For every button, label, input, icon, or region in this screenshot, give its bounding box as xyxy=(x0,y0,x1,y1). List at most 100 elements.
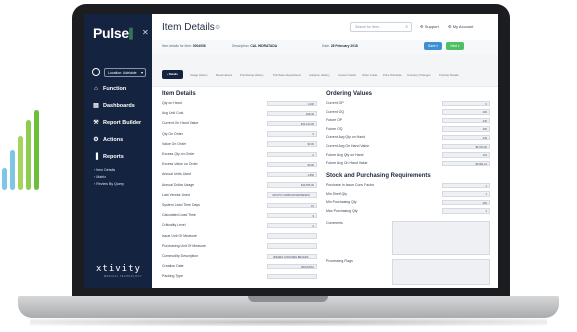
sidebar-item-dashboards[interactable]: ▤ Dashboards xyxy=(92,101,135,111)
field-value[interactable]: $30,655.30 xyxy=(267,182,317,188)
chevron-down-icon: ▾ xyxy=(140,70,143,75)
field-label: Avg Unit Cost xyxy=(162,111,184,116)
field-value[interactable]: 400 xyxy=(442,199,490,206)
field-label: Current Avg Qty on Hand xyxy=(326,135,366,140)
sidebar-subitem-matrix[interactable]: › Matrix xyxy=(94,175,106,179)
field-label: Issue Unit Of Measure xyxy=(162,233,197,238)
tab-transfer-details[interactable]: Transfer Details xyxy=(439,73,459,77)
sidebar-subitem-item-details[interactable]: › Item Details xyxy=(94,168,115,172)
description-info: Description: CAL HIDRATADA xyxy=(232,44,277,48)
field-label: Qty On Order xyxy=(162,131,184,136)
field-value[interactable]: $9,081.12 xyxy=(442,160,490,167)
field-label: Packing Type xyxy=(162,274,183,279)
settings-icon[interactable]: ⚙ xyxy=(215,24,220,31)
xtivity-logo: xtivity xyxy=(96,264,141,274)
main-content: Item Details ⚙ Search for Item... ⌕ ⚙ Su… xyxy=(152,14,498,288)
field-label: Last Vendor Used xyxy=(162,192,190,197)
tab-price-schedule[interactable]: Price Schedule xyxy=(383,73,402,77)
field-label: Qty on Hand xyxy=(162,101,182,105)
tab-inventory-changes[interactable]: Inventory Changes xyxy=(407,73,430,77)
field-label: Criticality Level xyxy=(162,223,186,228)
app-logo: Pulse xyxy=(93,25,129,41)
date-label: Date: xyxy=(322,44,330,48)
wrench-icon: ⚒ xyxy=(93,120,99,126)
field-label: Future Avg Qty on Hand xyxy=(326,152,364,157)
field-label: Future OP xyxy=(326,118,343,123)
tab-purchase-requisitions[interactable]: Purchase Requisitions xyxy=(273,73,301,77)
field-value[interactable]: 343 xyxy=(442,134,490,141)
tab-purchasing-history[interactable]: Purchasing History xyxy=(240,73,263,77)
my-account-link[interactable]: ⚙ My Account xyxy=(448,24,473,29)
tab-custom-fields[interactable]: Custom Fields xyxy=(338,73,356,77)
field-value[interactable] xyxy=(267,243,317,249)
field-value[interactable]: 1,200 xyxy=(267,100,317,106)
sidebar-subitem-label: Item Details xyxy=(96,168,116,172)
support-link[interactable]: ⚙ Support xyxy=(420,24,439,29)
sidebar-item-actions[interactable]: ⚙ Actions xyxy=(92,135,123,145)
sidebar-item-label: Function xyxy=(103,86,127,92)
app-screen: Pulse ∥ ✕ Location: Adelaide ▾ ⌂ Function… xyxy=(84,14,498,288)
field-value[interactable]: $22,140.00 xyxy=(267,120,317,127)
location-select-value: Location: Adelaide xyxy=(108,71,137,75)
field-value[interactable]: 440 xyxy=(442,117,490,124)
field-value[interactable] xyxy=(267,273,317,280)
comments-textarea[interactable] xyxy=(392,221,490,255)
field-value[interactable]: 0 xyxy=(267,131,317,137)
field-value[interactable]: 0 xyxy=(267,151,317,157)
close-sidebar-icon[interactable]: ✕ xyxy=(142,28,149,37)
field-value[interactable]: $18.40 xyxy=(267,110,317,117)
field-value[interactable]: 4 xyxy=(442,208,490,214)
field-value[interactable]: $0.00 xyxy=(267,161,317,168)
field-label: Commodity Description xyxy=(162,254,199,258)
next-button[interactable]: Next ▾ xyxy=(446,42,464,50)
home-icon: ⌂ xyxy=(94,86,98,92)
globe-icon xyxy=(92,68,100,76)
sidebar-subitem-label: Matrix xyxy=(96,175,106,179)
field-label: Current OP xyxy=(326,101,344,105)
sidebar-item-function[interactable]: ⌂ Function xyxy=(92,84,126,94)
field-label: Excess Qty on Order xyxy=(162,152,195,156)
field-value[interactable]: 0 xyxy=(442,100,490,106)
field-label: System Lead Time Days xyxy=(162,203,200,207)
tab-adoption-history[interactable]: Adoption History xyxy=(309,73,330,77)
field-value[interactable]: BIENES COMUNES BECERS xyxy=(267,253,317,259)
xtivity-tagline: MEDICAL TECHNOLOGY xyxy=(104,275,143,278)
field-value[interactable]: 1,860 xyxy=(267,171,317,178)
field-label: Current Avg On Hand Value xyxy=(326,144,370,148)
sidebar-subitem-label: Review By Query xyxy=(96,182,124,186)
processing-flags-box[interactable] xyxy=(392,259,490,285)
field-value[interactable]: 400 xyxy=(442,126,490,132)
field-value[interactable]: 1 xyxy=(442,182,490,188)
tab-other-loads[interactable]: Other Loads xyxy=(362,73,377,77)
sidebar-subitem-review-by-query[interactable]: › Review By Query xyxy=(94,182,124,186)
field-value[interactable]: 424 xyxy=(442,152,490,158)
field-value[interactable]: 0 xyxy=(267,222,317,229)
sidebar-item-label: Reports xyxy=(103,154,124,160)
field-value[interactable]: 9 xyxy=(267,212,317,219)
field-value[interactable]: 400 xyxy=(442,109,490,115)
field-value[interactable]: 10 xyxy=(267,202,317,208)
tab-usage-history[interactable]: Usage History xyxy=(190,73,208,77)
item-info: Item details for Item: 0004008 xyxy=(162,44,206,48)
page-title: Item Details xyxy=(162,22,215,33)
field-value[interactable] xyxy=(267,233,317,239)
chart-icon: ▐ xyxy=(93,154,99,160)
dashboard-icon: ▤ xyxy=(93,103,99,109)
save-button[interactable]: Save ▾ xyxy=(424,42,442,50)
sidebar-item-report-builder[interactable]: ⚒ Report Builder xyxy=(92,118,141,128)
field-value[interactable]: GRUPO CAMBIUM REPRESEN xyxy=(267,192,317,198)
field-value[interactable]: 1 xyxy=(442,191,490,197)
pulse-logo-icon: ∥ xyxy=(128,26,134,40)
tab-reservations[interactable]: Reservations xyxy=(216,73,232,77)
search-input[interactable]: Search for Item... ⌕ xyxy=(350,22,412,32)
sidebar-item-reports[interactable]: ▐ Reports xyxy=(92,152,124,162)
item-info-label: Item details for Item: xyxy=(162,44,192,48)
field-value[interactable]: $0.00 xyxy=(267,141,317,147)
tab-details[interactable]: › Details xyxy=(162,70,183,79)
field-label: Annual Units Used xyxy=(162,172,191,177)
field-value[interactable]: 08/23/2010 xyxy=(267,263,317,270)
field-value[interactable]: $5,784.00 xyxy=(442,143,490,149)
tab-label: Details xyxy=(168,72,178,76)
item-info-value: 0004008 xyxy=(192,44,206,48)
location-select[interactable]: Location: Adelaide ▾ xyxy=(104,68,146,77)
